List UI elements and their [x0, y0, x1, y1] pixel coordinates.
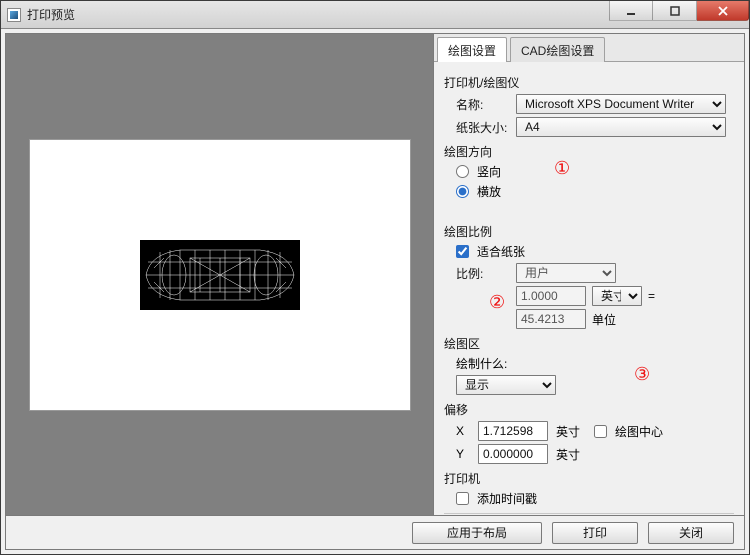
ratio-select[interactable]: 用户 — [516, 263, 616, 283]
offset-y-unit: 英寸 — [556, 446, 586, 463]
tab-plot-settings[interactable]: 绘图设置 — [437, 37, 507, 62]
printer-name-select[interactable]: Microsoft XPS Document Writer — [516, 94, 726, 114]
preview-pane — [6, 34, 434, 515]
scale-top-value[interactable] — [516, 286, 586, 306]
minimize-button[interactable] — [609, 1, 653, 21]
checkbox-timestamp[interactable] — [456, 492, 469, 505]
tab-cad-settings[interactable]: CAD绘图设置 — [510, 37, 605, 62]
app-icon — [7, 8, 21, 22]
section-area: 绘图区 — [444, 335, 734, 352]
print-preview-window: 打印预览 — [0, 0, 750, 555]
offset-y-label: Y — [456, 447, 470, 461]
maximize-button[interactable] — [653, 1, 697, 21]
section-orientation: 绘图方向 — [444, 143, 734, 160]
section-printer: 打印机/绘图仪 — [444, 74, 734, 91]
fit-paper[interactable]: 适合纸张 — [456, 243, 525, 260]
titlebar[interactable]: 打印预览 — [1, 1, 749, 29]
radio-landscape[interactable] — [456, 185, 469, 198]
close-button[interactable] — [697, 1, 749, 21]
paper-size-label: 纸张大小: — [456, 119, 516, 136]
draw-what-select[interactable]: 显示 — [456, 375, 556, 395]
settings-pane: 绘图设置 CAD绘图设置 打印机/绘图仪 名称: Microsoft XPS D… — [434, 34, 744, 515]
radio-portrait[interactable] — [456, 165, 469, 178]
paper-preview — [30, 140, 410, 410]
separator — [444, 513, 734, 514]
printer-name-label: 名称: — [456, 96, 516, 113]
checkbox-fit-paper[interactable] — [456, 245, 469, 258]
close-footer-button[interactable]: 关闭 — [648, 522, 734, 544]
section-offset: 偏移 — [444, 401, 734, 418]
apply-layout-button[interactable]: 应用于布局 — [412, 522, 542, 544]
paper-size-select[interactable]: A4 — [516, 117, 726, 137]
scale-bottom-unit: 单位 — [592, 311, 642, 328]
orientation-portrait[interactable]: 竖向 — [456, 163, 501, 180]
equals-sign: = — [648, 289, 655, 303]
section-scale: 绘图比例 — [444, 223, 734, 240]
scale-top-unit[interactable]: 英寸 — [592, 286, 642, 306]
print-button[interactable]: 打印 — [552, 522, 638, 544]
offset-x-label: X — [456, 424, 470, 438]
checkbox-plot-center[interactable] — [594, 425, 607, 438]
car-drawing — [140, 240, 300, 310]
section-printer2: 打印机 — [444, 470, 734, 487]
add-timestamp[interactable]: 添加时间戳 — [456, 490, 537, 507]
ratio-label: 比例: — [456, 265, 516, 282]
orientation-landscape[interactable]: 横放 — [456, 183, 501, 200]
scale-bottom-value[interactable] — [516, 309, 586, 329]
window-title: 打印预览 — [27, 6, 75, 23]
footer: 应用于布局 打印 关闭 — [5, 516, 745, 550]
draw-what-label: 绘制什么: — [456, 355, 507, 372]
offset-x-unit: 英寸 — [556, 423, 586, 440]
plot-center[interactable]: 绘图中心 — [594, 423, 663, 440]
offset-y-value[interactable] — [478, 444, 548, 464]
offset-x-value[interactable] — [478, 421, 548, 441]
